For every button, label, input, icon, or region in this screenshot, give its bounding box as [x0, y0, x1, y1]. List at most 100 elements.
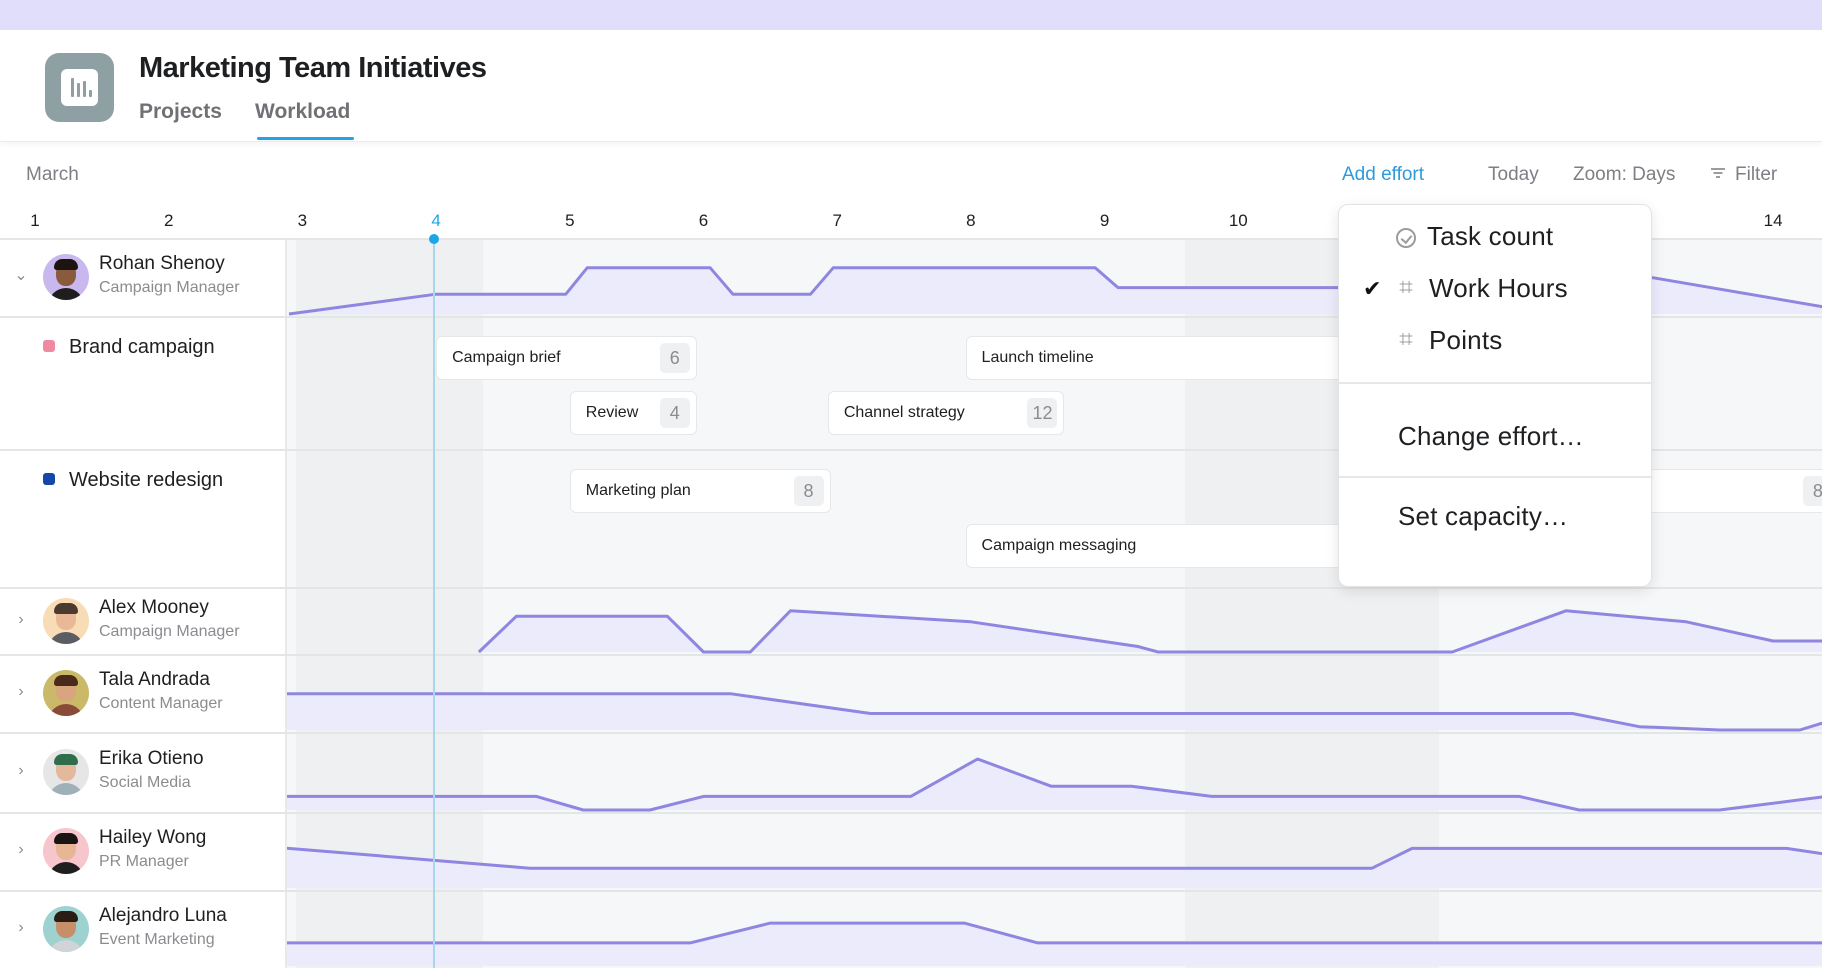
task-effort: 8: [793, 476, 824, 506]
tab-workload[interactable]: Workload: [255, 100, 350, 124]
menu-divider: [1339, 476, 1653, 478]
project-label[interactable]: Website redesign: [43, 469, 223, 492]
task-name: Channel strategy: [843, 404, 965, 421]
bar-chart-icon: [45, 53, 114, 122]
person-name: Tala Andrada: [99, 669, 210, 690]
person-role: Social Media: [99, 774, 191, 791]
page-header: Marketing Team Initiatives Projects Work…: [0, 30, 1822, 142]
chevron-right-icon[interactable]: ›: [14, 763, 28, 779]
task-bar[interactable]: Channel strategy 12: [827, 391, 1065, 435]
day-label: 8: [966, 211, 976, 230]
task-effort: 8: [1802, 476, 1822, 506]
check-circle-icon: [1396, 228, 1416, 248]
person-name: Alejandro Luna: [99, 905, 227, 926]
day-label: 7: [832, 211, 842, 230]
row-divider: [0, 890, 1822, 892]
menu-item-set-capacity[interactable]: Set capacity…: [1339, 491, 1653, 543]
menu-item-task-count[interactable]: Task count: [1339, 211, 1653, 263]
task-effort: 12: [1027, 398, 1058, 428]
filter-label: Filter: [1735, 164, 1778, 185]
filter-button[interactable]: Filter: [1710, 164, 1777, 186]
day-label: 6: [698, 211, 709, 230]
person-row[interactable]: › Erika Otieno Social Media: [0, 732, 285, 812]
person-row[interactable]: › Tala Andrada Content Manager: [0, 654, 285, 732]
task-bar[interactable]: Campaign messaging: [965, 524, 1346, 568]
active-tab-indicator: [257, 137, 354, 140]
row-divider: [0, 654, 1822, 656]
today-button[interactable]: Today: [1488, 164, 1539, 186]
project-name: Brand campaign: [69, 336, 215, 358]
avatar: [43, 906, 89, 952]
person-row[interactable]: › Alex Mooney Campaign Manager: [0, 587, 285, 654]
menu-item-label: Change effort…: [1398, 421, 1584, 451]
menu-item-label: Points: [1429, 325, 1503, 355]
task-effort: 4: [659, 398, 690, 428]
task-name: Launch timeline: [981, 349, 1094, 366]
menu-item-label: Task count: [1427, 221, 1554, 251]
chevron-right-icon[interactable]: ›: [14, 842, 28, 858]
day-label: 1: [30, 211, 40, 230]
timeline-toolbar: March Add effort Today Zoom: Days Filter: [0, 143, 1822, 203]
task-bar[interactable]: Review 4: [569, 391, 697, 435]
project-name: Website redesign: [69, 469, 224, 491]
avatar: [43, 670, 89, 716]
task-bar[interactable]: Launch timeline: [965, 336, 1346, 380]
task-name: Campaign brief: [452, 349, 561, 366]
hash-icon: ⌗: [1399, 274, 1413, 301]
month-label: March: [26, 164, 79, 185]
task-bar[interactable]: Marketing plan 8: [569, 469, 831, 513]
tab-projects[interactable]: Projects: [139, 100, 222, 124]
checkmark-icon: ✔: [1363, 276, 1382, 301]
project-color-swatch: [43, 473, 55, 485]
person-name: Rohan Shenoy: [99, 253, 225, 274]
today-marker-line: [433, 238, 435, 968]
day-label: 2: [163, 211, 174, 230]
person-name: Erika Otieno: [99, 748, 204, 769]
person-row[interactable]: ⌄ Rohan Shenoy Campaign Manager: [0, 238, 285, 316]
person-name: Alex Mooney: [99, 596, 209, 618]
day-label: 4: [431, 211, 441, 230]
day-label: 10: [1228, 211, 1248, 230]
menu-divider: [1339, 382, 1653, 384]
add-effort-button[interactable]: Add effort: [1342, 164, 1424, 186]
person-role: PR Manager: [99, 853, 189, 870]
row-divider: [0, 587, 1822, 589]
day-label: 9: [1099, 211, 1110, 230]
project-label[interactable]: Brand campaign: [43, 336, 215, 359]
menu-item-label: Work Hours: [1429, 273, 1568, 303]
page-title: Marketing Team Initiatives: [139, 52, 487, 84]
chevron-down-icon[interactable]: ⌄: [14, 268, 28, 284]
person-row[interactable]: › Hailey Wong PR Manager: [0, 812, 285, 890]
filter-icon: [1710, 167, 1726, 179]
avatar: [43, 254, 89, 300]
menu-item-points[interactable]: ⌗ Points: [1339, 315, 1653, 367]
person-row[interactable]: › Alejandro Luna Event Marketing: [0, 890, 285, 968]
avatar: [43, 749, 89, 795]
chevron-right-icon[interactable]: ›: [14, 920, 28, 936]
today-marker-dot: [429, 234, 439, 244]
row-divider: [0, 732, 1822, 734]
day-label: 14: [1763, 211, 1783, 230]
hash-icon: ⌗: [1399, 326, 1413, 353]
task-name: Review: [585, 404, 639, 421]
menu-item-label: Set capacity…: [1398, 501, 1569, 531]
row-divider: [0, 812, 1822, 814]
person-role: Event Marketing: [99, 931, 215, 948]
day-label: 5: [565, 211, 575, 230]
person-role: Campaign Manager: [99, 622, 240, 640]
chevron-right-icon[interactable]: ›: [14, 684, 28, 700]
day-label: 3: [297, 211, 308, 230]
effort-dropdown-menu: Task count ✔ ⌗ Work Hours ⌗ Points Chang…: [1338, 204, 1653, 587]
menu-item-work-hours[interactable]: ✔ ⌗ Work Hours: [1339, 263, 1653, 315]
project-color-swatch: [43, 340, 55, 352]
zoom-button[interactable]: Zoom: Days: [1573, 164, 1675, 186]
person-role: Content Manager: [99, 695, 223, 712]
task-bar[interactable]: Campaign brief 6: [436, 336, 697, 380]
menu-item-change-effort[interactable]: Change effort…: [1339, 411, 1653, 463]
avatar: [43, 828, 89, 874]
top-banner: [0, 0, 1822, 30]
chevron-right-icon[interactable]: ›: [14, 611, 28, 627]
task-name: Marketing plan: [585, 482, 691, 499]
task-effort: 6: [659, 343, 690, 373]
avatar: [43, 597, 89, 644]
